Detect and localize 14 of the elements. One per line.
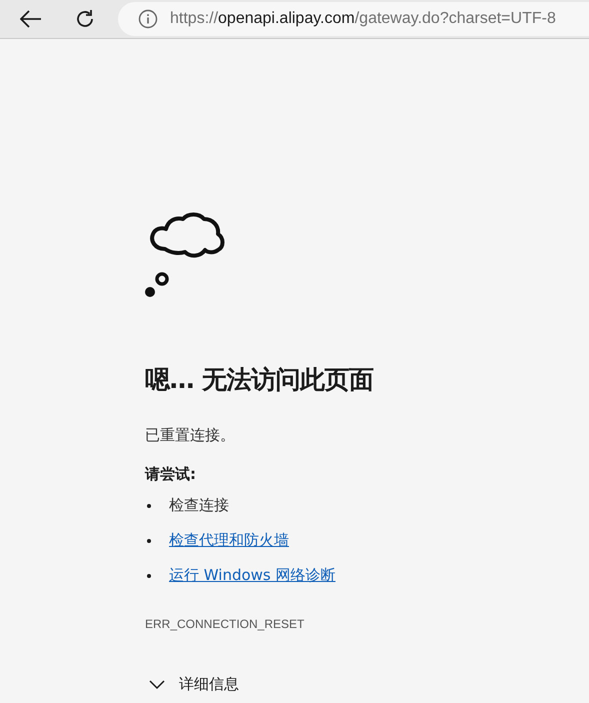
bullet-icon bbox=[147, 574, 151, 578]
details-toggle[interactable]: 详细信息 bbox=[149, 675, 239, 694]
info-icon bbox=[138, 9, 158, 29]
suggestion-link[interactable]: 检查代理和防火墙 bbox=[169, 531, 289, 550]
chevron-icon bbox=[149, 680, 165, 690]
suggestion-text: 检查连接 bbox=[169, 496, 229, 515]
error-message: 已重置连接。 bbox=[145, 426, 236, 445]
address-field[interactable]: https://openapi.alipay.com/gateway.do?charset=UTF-8 bbox=[118, 2, 589, 36]
bullet-icon bbox=[147, 504, 151, 508]
error-code: ERR_CONNECTION_RESET bbox=[145, 617, 306, 631]
suggestion-link[interactable]: 运行 Windows 网络诊断 bbox=[169, 566, 336, 585]
bullet-icon bbox=[147, 538, 151, 542]
error-title: 嗯… 无法访问此页面 bbox=[145, 364, 375, 396]
suggestions-heading: 请尝试: bbox=[145, 465, 197, 484]
